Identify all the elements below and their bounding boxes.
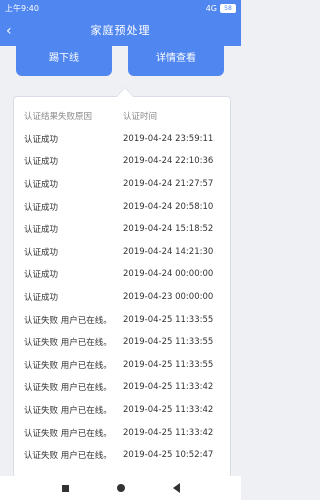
- table-row: 认证成功 2019-04-24 15:18:52: [14, 218, 230, 241]
- cell-result: 认证成功: [24, 134, 59, 145]
- table-row: 认证失败 用户已在线。 2019-04-25 11:33:55: [14, 308, 230, 331]
- table-row: 认证失败 用户已在线。 2019-04-25 11:33:55: [14, 331, 230, 354]
- popup-arrow-fill: [117, 88, 133, 97]
- cell-time: 2019-04-24 20:58:10: [123, 201, 214, 212]
- nav-bar: ‹ 家庭预处理: [0, 16, 241, 46]
- table-row: 认证成功 2019-04-24 21:27:57: [14, 173, 230, 196]
- auth-records-popup: 认证结果失败原因 认证时间 认证成功 2019-04-24 23:59:11 认证成…: [13, 96, 231, 478]
- cell-result: 认证成功: [24, 202, 59, 213]
- cell-result: 认证失败 用户已在线。: [24, 360, 112, 371]
- table-row: 认证成功 2019-04-24 23:59:11: [14, 128, 230, 151]
- status-bar: 上午9:40 4G 58: [0, 0, 241, 16]
- cell-result: 认证成功: [24, 225, 59, 236]
- page-title: 家庭预处理: [90, 24, 151, 37]
- cell-result: 认证成功: [24, 293, 59, 304]
- cell-result: 认证失败 用户已在线。: [24, 451, 112, 462]
- table-row: 认证失败 用户已在线。 2019-04-25 11:33:42: [14, 376, 230, 399]
- recent-apps-icon[interactable]: [61, 484, 69, 492]
- cell-time: 2019-04-24 23:59:11: [123, 133, 214, 144]
- cell-time: 2019-04-24 15:18:52: [123, 224, 214, 235]
- header-time: 认证时间: [123, 112, 158, 123]
- cell-time: 2019-04-23 00:00:00: [123, 292, 214, 303]
- network-label: 4G: [205, 3, 217, 13]
- cell-result: 认证成功: [24, 270, 59, 281]
- cell-time: 2019-04-25 11:33:55: [123, 314, 214, 325]
- cell-result: 认证失败 用户已在线。: [24, 315, 112, 326]
- table-row: 认证失败 用户已在线。 2019-04-25 11:33:55: [14, 354, 230, 377]
- system-nav-bar: [0, 476, 241, 500]
- status-time: 上午9:40: [5, 3, 39, 13]
- cell-time: 2019-04-24 00:00:00: [123, 269, 214, 280]
- table-body: 认证成功 2019-04-24 23:59:11 认证成功 2019-04-24 22…: [14, 128, 230, 467]
- cell-result: 认证失败 用户已在线。: [24, 338, 112, 349]
- header-result: 认证结果失败原因: [24, 112, 93, 123]
- table-row: 认证失败 用户已在线。 2019-04-25 11:33:42: [14, 421, 230, 444]
- table-header: 认证结果失败原因 认证时间: [14, 105, 230, 128]
- cell-result: 认证失败 用户已在线。: [24, 428, 112, 439]
- table-row: 认证成功 2019-04-24 14:21:30: [14, 241, 230, 264]
- table-row: 认证失败 用户已在线。 2019-04-25 11:33:42: [14, 399, 230, 422]
- cell-result: 认证成功: [24, 157, 59, 168]
- cell-result: 认证成功: [24, 180, 59, 191]
- cell-result: 认证失败 用户已在线。: [24, 406, 112, 417]
- cell-time: 2019-04-25 11:33:42: [123, 405, 214, 416]
- status-indicators: 4G 58: [205, 3, 236, 13]
- cell-time: 2019-04-24 22:10:36: [123, 156, 214, 167]
- cell-result: 认证成功: [24, 247, 59, 258]
- cell-time: 2019-04-24 21:27:57: [123, 179, 214, 190]
- kick-offline-button[interactable]: 踢下线: [16, 46, 112, 76]
- table-row: 认证成功 2019-04-23 00:00:00: [14, 286, 230, 309]
- battery-icon: 58: [220, 3, 236, 13]
- cell-time: 2019-04-24 14:21:30: [123, 246, 214, 257]
- home-icon[interactable]: [116, 484, 125, 492]
- back-icon[interactable]: [172, 483, 180, 493]
- table-row: 认证成功 2019-04-24 00:00:00: [14, 263, 230, 286]
- table-row: 认证失败 用户已在线。 2019-04-25 10:52:47: [14, 444, 230, 467]
- cell-time: 2019-04-25 11:33:42: [123, 382, 214, 393]
- table-row: 认证成功 2019-04-24 22:10:36: [14, 150, 230, 173]
- cell-time: 2019-04-25 11:33:55: [123, 337, 214, 348]
- cell-time: 2019-04-25 10:52:47: [123, 450, 214, 461]
- cell-time: 2019-04-25 11:33:42: [123, 427, 214, 438]
- table-row: 认证成功 2019-04-24 20:58:10: [14, 195, 230, 218]
- view-details-button[interactable]: 详情查看: [128, 46, 224, 76]
- cell-time: 2019-04-25 11:33:55: [123, 359, 214, 370]
- cell-result: 认证失败 用户已在线。: [24, 383, 112, 394]
